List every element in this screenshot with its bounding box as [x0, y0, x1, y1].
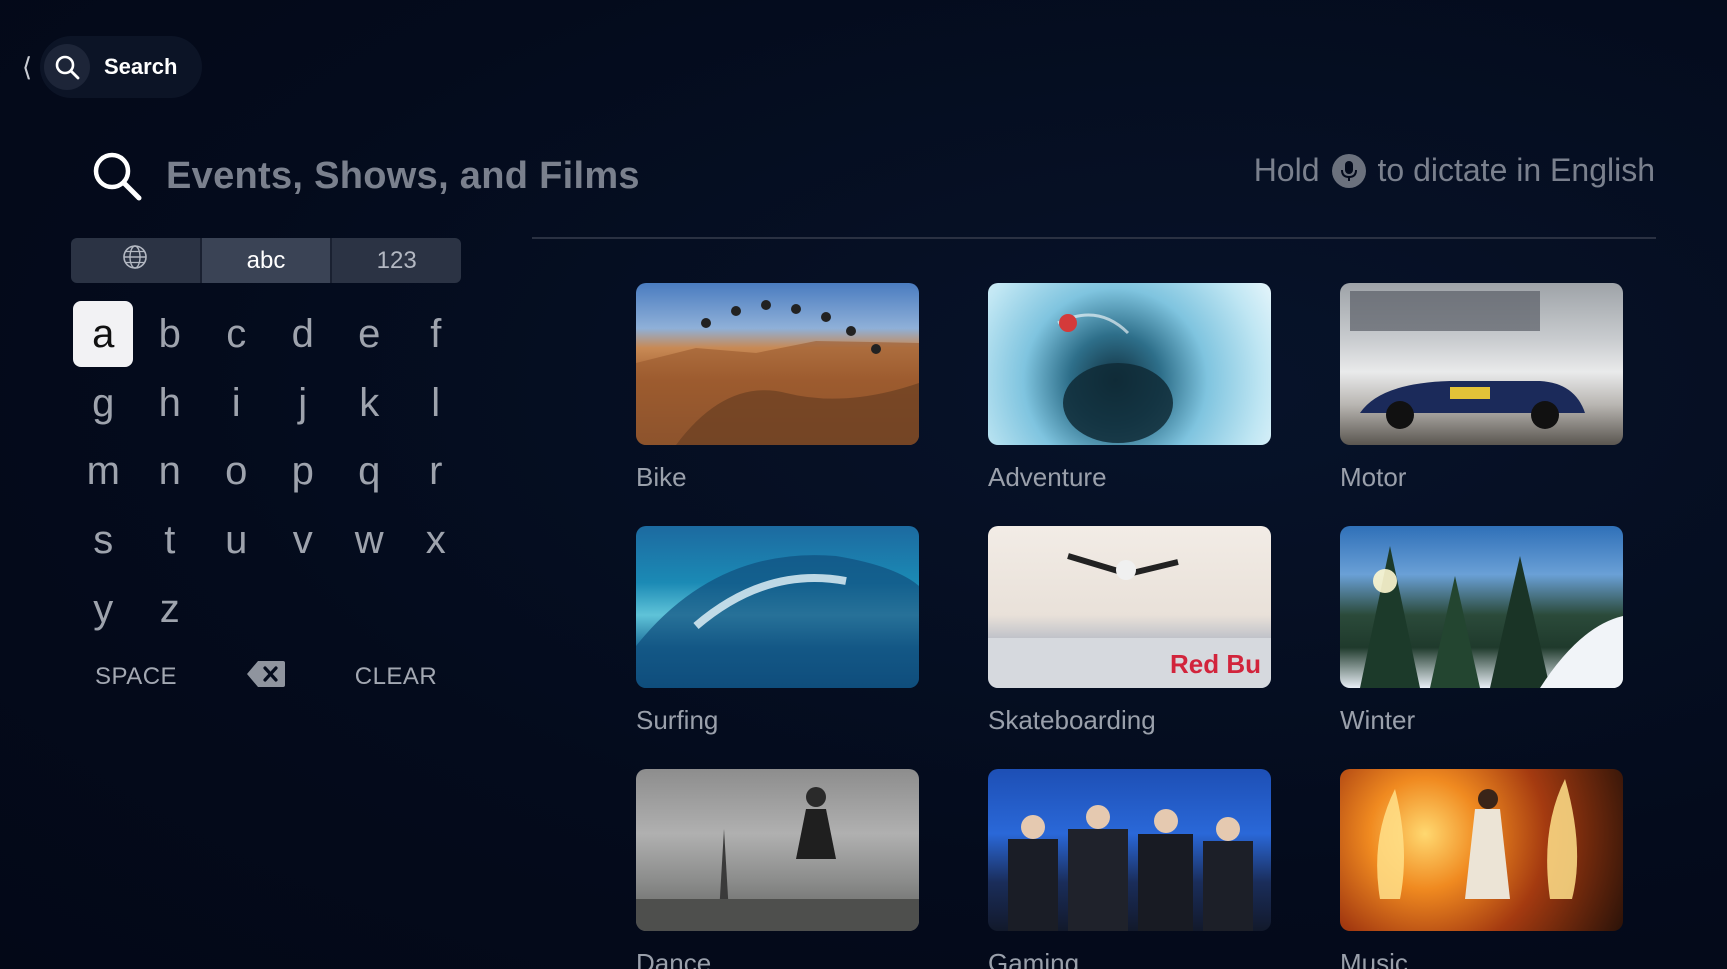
key-n[interactable]: n [137, 438, 204, 507]
category-label: Motor [1340, 462, 1407, 492]
dictate-suffix: to dictate in English [1377, 152, 1656, 188]
category-thumbnail [1340, 283, 1623, 445]
tab-language[interactable] [71, 238, 200, 283]
backspace-key[interactable] [201, 659, 331, 696]
key-b[interactable]: b [137, 300, 204, 369]
key-h[interactable]: h [137, 369, 204, 438]
clear-key[interactable]: CLEAR [331, 663, 461, 691]
key-u[interactable]: u [203, 506, 270, 575]
category-thumbnail: Red Bu [988, 526, 1271, 688]
category-label: Dance [636, 948, 712, 969]
key-v[interactable]: v [270, 506, 337, 575]
category-card-motor[interactable]: Motor [1340, 283, 1623, 526]
category-card-dance[interactable]: Dance [636, 769, 919, 969]
key-g[interactable]: g [70, 369, 137, 438]
key-d[interactable]: d [270, 300, 337, 369]
category-label: Bike [636, 462, 687, 492]
key-i[interactable]: i [203, 369, 270, 438]
search-page: ⟨ Search Events, Shows, and Films Hold t… [0, 0, 1727, 969]
category-thumbnail [636, 283, 919, 445]
category-label: Adventure [988, 462, 1107, 492]
category-card-bike[interactable]: Bike [636, 283, 919, 526]
header-divider [532, 237, 1656, 239]
key-w[interactable]: w [336, 506, 403, 575]
key-p[interactable]: p [270, 438, 337, 507]
tab-abc[interactable]: abc [199, 238, 331, 283]
nav-title: Search [104, 54, 178, 79]
dictate-hint: Hold to dictate in English [1254, 152, 1655, 189]
category-card-skateboarding[interactable]: Red Bu Skateboarding [988, 526, 1271, 769]
category-label: Music [1340, 948, 1408, 969]
category-label: Surfing [636, 705, 719, 735]
space-key[interactable]: SPACE [71, 663, 201, 691]
category-thumbnail [988, 769, 1271, 931]
category-thumbnail [636, 769, 919, 931]
key-j[interactable]: j [270, 369, 337, 438]
key-a[interactable]: a [73, 301, 134, 368]
category-label: Gaming [988, 948, 1080, 969]
key-q[interactable]: q [336, 438, 403, 507]
key-r[interactable]: r [403, 438, 470, 507]
key-z[interactable]: z [137, 575, 204, 644]
dictate-prefix: Hold [1253, 152, 1320, 188]
category-thumbnail [1340, 769, 1623, 931]
backspace-icon [246, 659, 286, 696]
globe-icon [121, 243, 149, 278]
category-thumbnail [636, 526, 919, 688]
key-c[interactable]: c [203, 300, 270, 369]
key-m[interactable]: m [70, 438, 137, 507]
key-l[interactable]: l [403, 369, 470, 438]
category-thumbnail [988, 283, 1271, 445]
keyboard-keys: a b c d e f g h i j k l m n o p q r s t … [70, 300, 470, 644]
category-card-music[interactable]: Music [1340, 769, 1623, 969]
redbull-logo: Red Bu [1170, 649, 1261, 679]
category-card-winter[interactable]: Winter [1340, 526, 1623, 769]
category-card-gaming[interactable]: Gaming [988, 769, 1271, 969]
category-label: Winter [1340, 705, 1416, 735]
key-y[interactable]: y [70, 575, 137, 644]
category-grid: Bike Adventure Motor Surfing Red Bu Skat… [636, 283, 1623, 969]
key-s[interactable]: s [70, 506, 137, 575]
key-e[interactable]: e [336, 300, 403, 369]
key-t[interactable]: t [137, 506, 204, 575]
keyboard-mode-tabs: abc 123 [71, 238, 461, 283]
key-o[interactable]: o [203, 438, 270, 507]
back-chevron-icon[interactable]: ⟨ [22, 52, 32, 82]
search-placeholder: Events, Shows, and Films [166, 154, 640, 197]
key-k[interactable]: k [336, 369, 403, 438]
search-icon [90, 148, 146, 204]
category-label: Skateboarding [988, 705, 1156, 735]
key-f[interactable]: f [403, 300, 470, 369]
category-card-adventure[interactable]: Adventure [988, 283, 1271, 526]
key-x[interactable]: x [403, 506, 470, 575]
keyboard-actions: SPACE CLEAR [71, 656, 461, 698]
category-thumbnail [1340, 526, 1623, 688]
microphone-icon [1331, 153, 1366, 188]
tab-123[interactable]: 123 [330, 238, 461, 283]
search-icon [44, 44, 90, 90]
nav-search-pill[interactable]: Search [40, 36, 202, 98]
category-card-surfing[interactable]: Surfing [636, 526, 919, 769]
